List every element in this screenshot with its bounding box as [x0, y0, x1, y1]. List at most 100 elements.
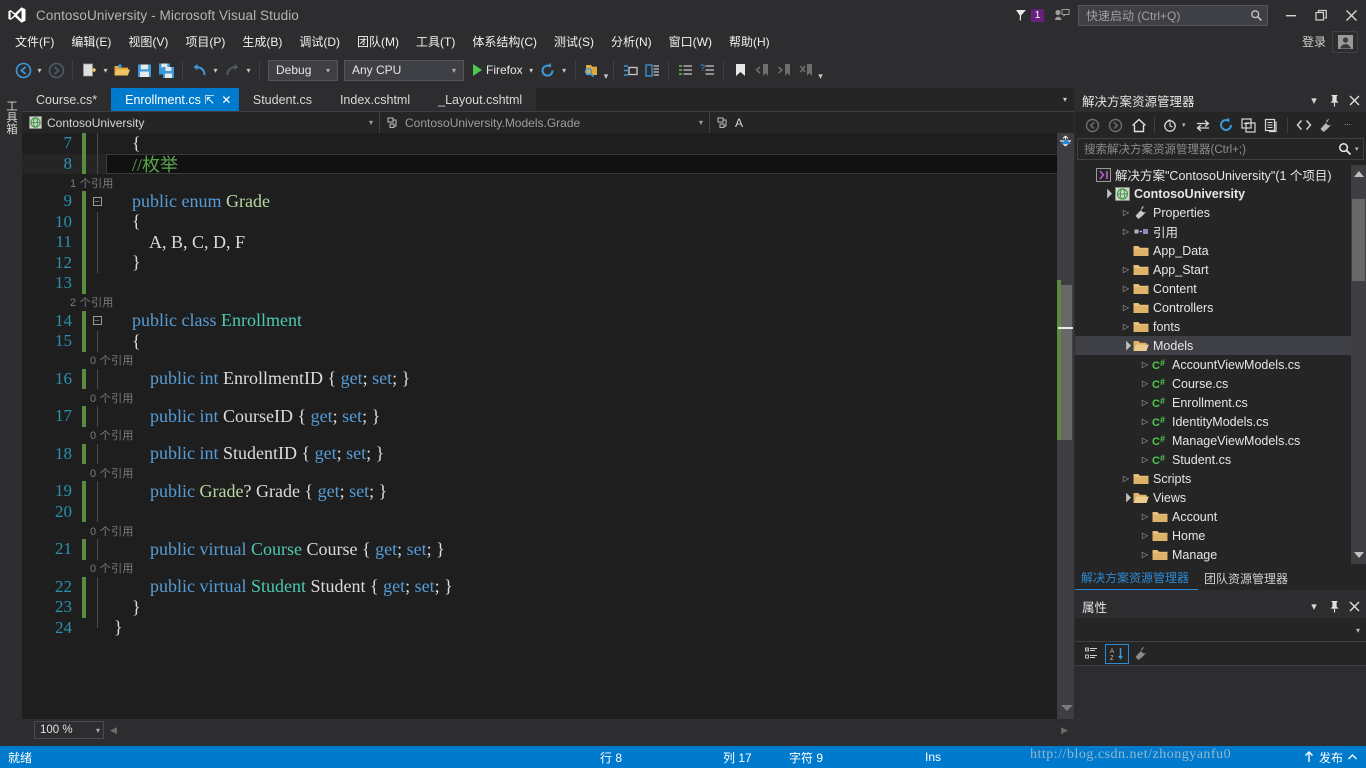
- collapsed-chevron-icon[interactable]: ▷: [1138, 431, 1152, 450]
- properties-object-combo[interactable]: ▾: [1075, 620, 1366, 642]
- menu-item-5[interactable]: 调试(D): [292, 31, 347, 52]
- solution-tree-scrollbar[interactable]: [1351, 165, 1366, 564]
- collapsed-chevron-icon[interactable]: ▷: [1138, 526, 1152, 545]
- code-line[interactable]: 10 {: [22, 211, 1074, 232]
- codelens-indicator[interactable]: 0 个引用: [22, 560, 1074, 577]
- code-line[interactable]: 8 //枚举: [22, 153, 1074, 175]
- navbar-project-combo[interactable]: ContosoUniversity ▾: [22, 111, 380, 134]
- next-bookmark-button[interactable]: [773, 59, 795, 81]
- fold-margin[interactable]: [86, 617, 108, 639]
- properties-close-button[interactable]: [1344, 595, 1364, 617]
- alphabetical-sort-button[interactable]: A Z: [1105, 643, 1129, 664]
- search-options-dropdown[interactable]: ▾: [1352, 145, 1361, 153]
- menu-item-12[interactable]: 帮助(H): [722, 31, 777, 52]
- fold-margin[interactable]: –: [86, 191, 108, 212]
- code-line[interactable]: 18 public int StudentID { get; set; }: [22, 443, 1074, 464]
- se-pending-dropdown[interactable]: ▾: [1182, 121, 1191, 129]
- se-collapse-all-button[interactable]: [1237, 114, 1260, 137]
- save-all-button[interactable]: [155, 59, 177, 81]
- browser-select-dropdown[interactable]: ▾: [526, 59, 537, 81]
- collapse-toggle-icon[interactable]: –: [92, 196, 102, 206]
- collapsed-chevron-icon[interactable]: ▷: [1119, 469, 1133, 488]
- collapsed-chevron-icon[interactable]: ▷: [1138, 412, 1152, 431]
- solution-tree[interactable]: 解决方案"ContosoUniversity"(1 个项目) ◢ ContosoUn…: [1075, 165, 1366, 564]
- se-refresh-button[interactable]: [1214, 114, 1237, 137]
- refresh-dropdown[interactable]: ▾: [559, 59, 570, 81]
- menu-item-0[interactable]: 文件(F): [8, 31, 61, 52]
- scroll-down-icon[interactable]: [1354, 552, 1364, 558]
- fold-margin[interactable]: [86, 331, 108, 352]
- se-toolbar-overflow[interactable]: ⋯: [1344, 121, 1353, 129]
- fold-margin[interactable]: [86, 273, 108, 294]
- notifications-button[interactable]: 1: [1014, 8, 1044, 22]
- toggle-bookmark-button[interactable]: [729, 59, 751, 81]
- solution-explorer-menu-button[interactable]: ▾: [1304, 89, 1324, 111]
- tree-item-home[interactable]: ▷ Home: [1075, 526, 1366, 545]
- menu-item-8[interactable]: 体系结构(C): [465, 31, 544, 52]
- code-line[interactable]: 14 – public class Enrollment: [22, 310, 1074, 331]
- new-project-button[interactable]: [78, 59, 100, 81]
- fold-margin[interactable]: [86, 232, 108, 253]
- code-line[interactable]: 16 public int EnrollmentID { get; set; }: [22, 368, 1074, 389]
- collapsed-chevron-icon[interactable]: ▷: [1138, 545, 1152, 564]
- codelens-indicator[interactable]: 0 个引用: [22, 522, 1074, 539]
- menu-item-10[interactable]: 分析(N): [604, 31, 659, 52]
- menu-item-3[interactable]: 项目(P): [178, 31, 232, 52]
- se-home-button[interactable]: [1127, 114, 1150, 137]
- menu-item-1[interactable]: 编辑(E): [64, 31, 118, 52]
- fold-margin[interactable]: [86, 597, 108, 618]
- tree-item-controllers[interactable]: ▷ Controllers: [1075, 298, 1366, 317]
- hscroll-right-arrow[interactable]: ▶: [1061, 725, 1068, 736]
- find-in-files-button[interactable]: [581, 59, 603, 81]
- tree-item-fonts[interactable]: ▷ fonts: [1075, 317, 1366, 336]
- tab-list-dropdown[interactable]: ▾: [1056, 88, 1074, 111]
- collapsed-chevron-icon[interactable]: ▷: [1138, 355, 1152, 374]
- fold-margin[interactable]: [86, 368, 108, 389]
- code-editor[interactable]: 7 {8 //枚举 1 个引用 9– public enum Grade 10 {11…: [22, 133, 1074, 719]
- code-line[interactable]: 17 public int CourseID { get; set; }: [22, 406, 1074, 427]
- tree-item-app-start[interactable]: ▷ App_Start: [1075, 260, 1366, 279]
- open-file-button[interactable]: [111, 59, 133, 81]
- collapsed-chevron-icon[interactable]: ▷: [1138, 507, 1152, 526]
- menu-item-6[interactable]: 团队(M): [350, 31, 406, 52]
- categorized-view-button[interactable]: [1081, 644, 1105, 664]
- editor-tab-4[interactable]: _Layout.cshtml: [424, 88, 537, 111]
- solution-platform-combo[interactable]: Any CPU ▾: [344, 59, 464, 81]
- save-button[interactable]: [133, 59, 155, 81]
- tree-item-identitymodels-cs[interactable]: ▷ C # IdentityModels.cs: [1075, 412, 1366, 431]
- uncomment-selection-button[interactable]: ?: [696, 59, 718, 81]
- zoom-level-combo[interactable]: 100 % ▾: [34, 721, 104, 739]
- fold-margin[interactable]: [86, 406, 108, 427]
- tree-item-properties[interactable]: ▷ Properties: [1075, 203, 1366, 222]
- code-line[interactable]: 19 public Grade? Grade { get; set; }: [22, 481, 1074, 502]
- tree-item------contosouniversity--1-----[interactable]: 解决方案"ContosoUniversity"(1 个项目): [1075, 165, 1366, 184]
- dock-tab-1[interactable]: 团队资源管理器: [1198, 568, 1297, 590]
- codelens-indicator[interactable]: 0 个引用: [22, 389, 1074, 406]
- editor-tab-1[interactable]: Enrollment.cs ⇱ ✕: [111, 88, 239, 111]
- code-line[interactable]: 20: [22, 501, 1074, 522]
- code-line[interactable]: 21 public virtual Course Course { get; s…: [22, 539, 1074, 560]
- fold-margin[interactable]: [86, 501, 108, 522]
- scroll-up-icon[interactable]: [1354, 171, 1364, 177]
- collapsed-chevron-icon[interactable]: ▷: [1138, 393, 1152, 412]
- properties-grid[interactable]: [1075, 666, 1366, 741]
- menu-item-4[interactable]: 生成(B): [235, 31, 289, 52]
- account-button[interactable]: [1332, 31, 1358, 53]
- hscroll-left-arrow[interactable]: ◀: [110, 725, 117, 736]
- editor-vertical-scrollbar[interactable]: [1057, 133, 1074, 719]
- close-button[interactable]: [1336, 0, 1366, 30]
- codelens-indicator[interactable]: 0 个引用: [22, 427, 1074, 444]
- quick-launch-input[interactable]: 快速启动 (Ctrl+Q): [1078, 4, 1268, 26]
- properties-menu-button[interactable]: ▾: [1304, 595, 1324, 617]
- codelens-indicator[interactable]: 0 个引用: [22, 464, 1074, 481]
- collapsed-chevron-icon[interactable]: ▷: [1119, 203, 1133, 222]
- tree-item-models[interactable]: ◢ Models: [1075, 336, 1366, 355]
- collapse-toggle-icon[interactable]: –: [92, 316, 102, 326]
- code-line[interactable]: 9 – public enum Grade: [22, 191, 1074, 212]
- solution-explorer-close-button[interactable]: [1344, 89, 1364, 111]
- collapsed-chevron-icon[interactable]: ▷: [1119, 260, 1133, 279]
- se-view-code-button[interactable]: [1292, 114, 1315, 137]
- code-line[interactable]: 11 A, B, C, D, F: [22, 232, 1074, 253]
- codelens-indicator[interactable]: 2 个引用: [22, 294, 1074, 311]
- collapsed-chevron-icon[interactable]: ▷: [1119, 279, 1133, 298]
